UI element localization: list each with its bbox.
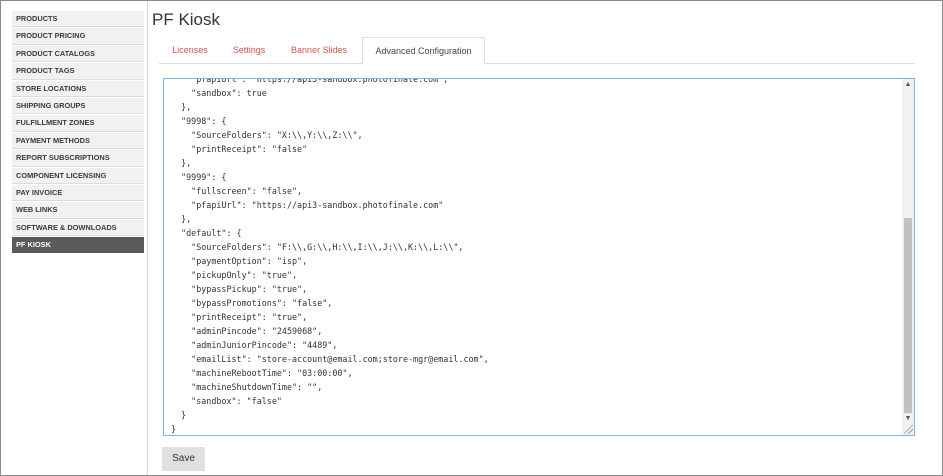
sidebar-item-product-catalogs[interactable]: PRODUCT CATALOGS: [12, 45, 144, 63]
sidebar-item-fulfillment-zones[interactable]: FULFILLMENT ZONES: [12, 115, 144, 132]
sidebar-divider: [147, 1, 148, 475]
tab-banner-slides[interactable]: Banner Slides: [277, 37, 361, 63]
scrollbar-thumb[interactable]: [904, 218, 912, 413]
tab-licenses[interactable]: Licenses: [159, 37, 221, 63]
sidebar-item-store-locations[interactable]: STORE LOCATIONS: [12, 80, 144, 97]
sidebar-nav: PRODUCTS PRODUCT PRICING PRODUCT CATALOG…: [12, 11, 144, 254]
config-json-text[interactable]: "pfapiUrl": "https://api3-sandbox.photof…: [171, 79, 489, 435]
sidebar-item-shipping-groups[interactable]: SHIPPING GROUPS: [12, 97, 144, 115]
config-editor-textarea[interactable]: "pfapiUrl": "https://api3-sandbox.photof…: [163, 78, 915, 436]
sidebar-item-software-downloads[interactable]: SOFTWARE & DOWNLOADS: [12, 219, 144, 237]
sidebar: PRODUCTS PRODUCT PRICING PRODUCT CATALOG…: [1, 1, 149, 475]
sidebar-item-pay-invoice[interactable]: PAY INVOICE: [12, 184, 144, 202]
main-content: PF Kiosk Licenses Settings Banner Slides…: [149, 1, 942, 475]
resize-grip-icon[interactable]: [904, 425, 913, 434]
save-button[interactable]: Save: [162, 447, 205, 471]
sidebar-item-product-pricing[interactable]: PRODUCT PRICING: [12, 28, 144, 45]
scroll-up-arrow-icon[interactable]: ▲: [902, 79, 914, 91]
sidebar-item-pf-kiosk[interactable]: PF KIOSK: [12, 237, 144, 254]
tab-settings[interactable]: Settings: [221, 37, 277, 63]
scroll-down-arrow-icon[interactable]: ▼: [902, 413, 914, 425]
editor-scrollbar[interactable]: ▲ ▼: [902, 79, 914, 435]
sidebar-item-product-tags[interactable]: PRODUCT TAGS: [12, 63, 144, 80]
tab-advanced-configuration[interactable]: Advanced Configuration: [362, 37, 485, 64]
tab-bar: Licenses Settings Banner Slides Advanced…: [159, 37, 915, 64]
page-title: PF Kiosk: [152, 10, 221, 29]
sidebar-item-products[interactable]: PRODUCTS: [12, 11, 144, 28]
sidebar-item-component-licensing[interactable]: COMPONENT LICENSING: [12, 167, 144, 184]
sidebar-item-report-subscriptions[interactable]: REPORT SUBSCRIPTIONS: [12, 150, 144, 167]
sidebar-item-web-links[interactable]: WEB LINKS: [12, 202, 144, 219]
sidebar-item-payment-methods[interactable]: PAYMENT METHODS: [12, 132, 144, 150]
